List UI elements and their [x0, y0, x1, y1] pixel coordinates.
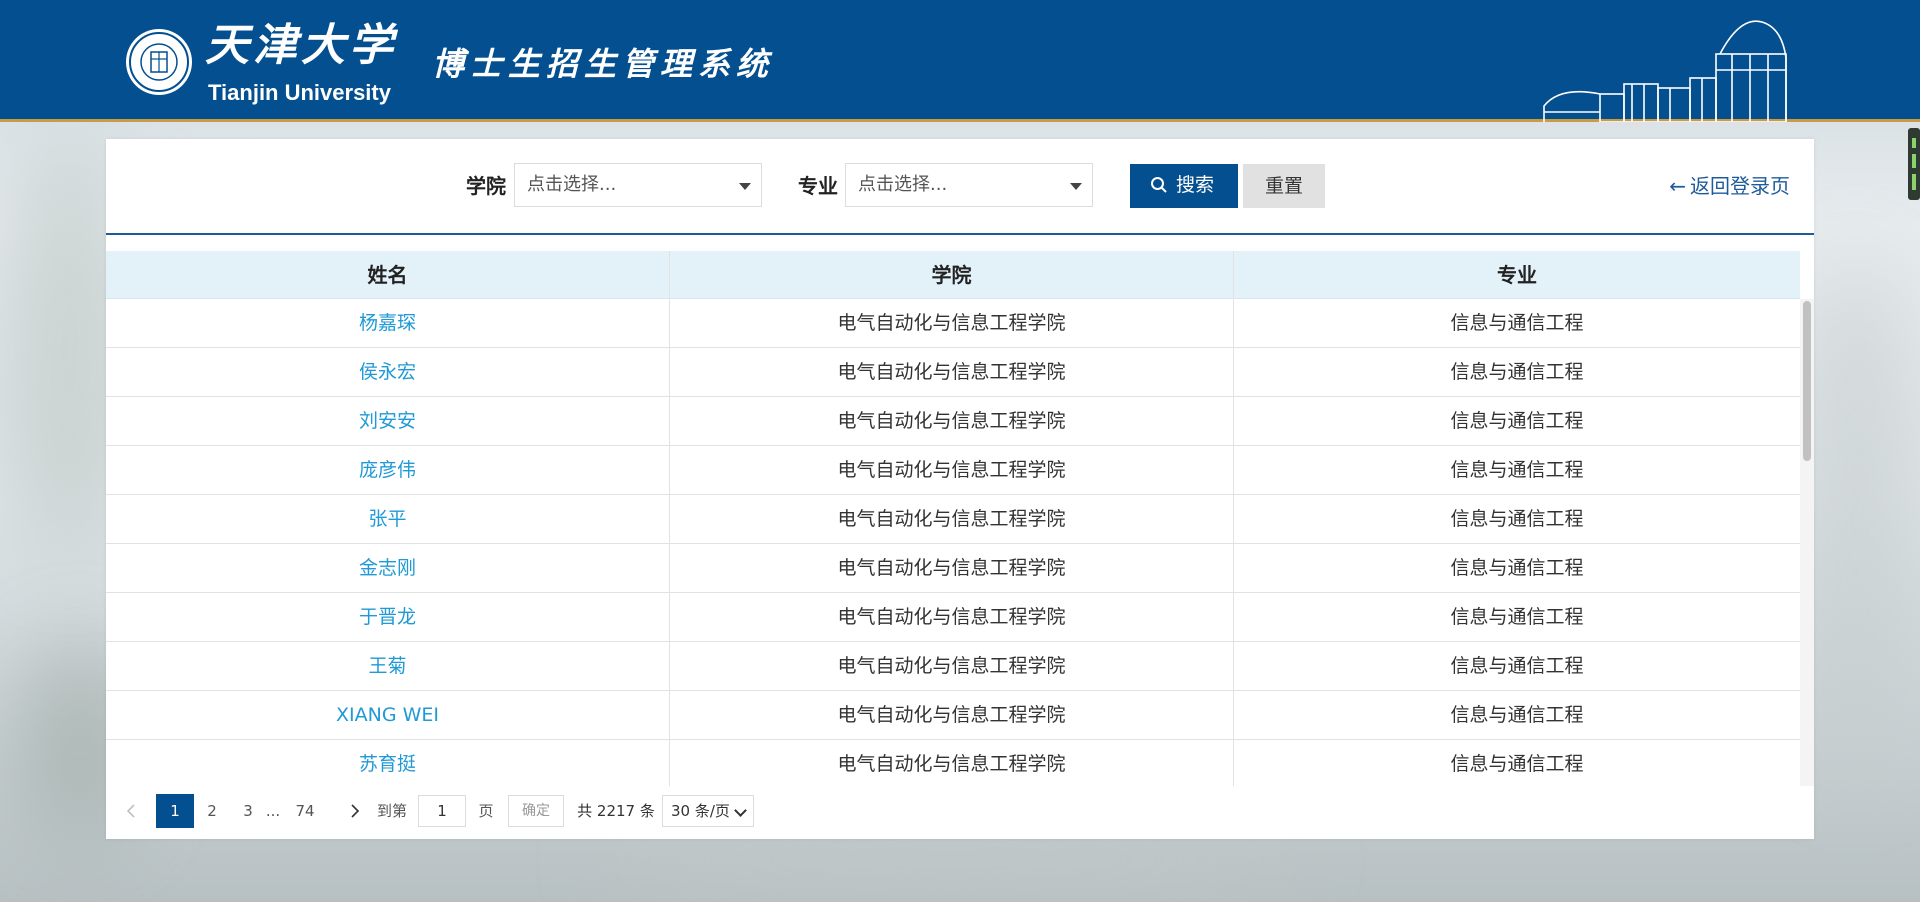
pagination: 1 2 3 ... 74 到第 页 确定 共 2217 条 30 条/页: [106, 794, 1814, 830]
cell-name-link[interactable]: 于晋龙: [106, 593, 670, 641]
cell-name-link[interactable]: XIANG WEI: [106, 691, 670, 739]
cell-major: 信息与通信工程: [1450, 753, 1584, 775]
table-row: 苏育挺 电气自动化与信息工程学院 信息与通信工程: [106, 740, 1800, 786]
campus-building-icon: [1543, 20, 1787, 122]
cell-college: 电气自动化与信息工程学院: [670, 642, 1234, 690]
table-row: 刘安安 电气自动化与信息工程学院 信息与通信工程: [106, 397, 1800, 446]
header-college: 学院: [670, 251, 1234, 299]
caret-down-icon: [739, 183, 751, 190]
cell-name-link[interactable]: 张平: [106, 495, 670, 543]
cell-name-link[interactable]: 侯永宏: [106, 348, 670, 396]
cell-college: 电气自动化与信息工程学院: [670, 299, 1234, 347]
cell-college: 电气自动化与信息工程学院: [670, 397, 1234, 445]
cell-major: 信息与通信工程: [1450, 361, 1584, 383]
cell-college: 电气自动化与信息工程学院: [670, 446, 1234, 494]
prev-page-button[interactable]: [118, 794, 144, 828]
page-size-value: 30 条/页: [671, 802, 730, 820]
cell-college: 电气自动化与信息工程学院: [670, 495, 1234, 543]
cell-college: 电气自动化与信息工程学院: [670, 740, 1234, 786]
table-row: 张平 电气自动化与信息工程学院 信息与通信工程: [106, 495, 1800, 544]
cell-college: 电气自动化与信息工程学院: [670, 544, 1234, 592]
side-widget[interactable]: [1908, 128, 1920, 200]
university-name-cn: 天津大学: [205, 20, 397, 71]
cell-name-link[interactable]: 金志刚: [106, 544, 670, 592]
cell-college: 电气自动化与信息工程学院: [670, 593, 1234, 641]
cell-name-link[interactable]: 王菊: [106, 642, 670, 690]
table-row: 侯永宏 电气自动化与信息工程学院 信息与通信工程: [106, 348, 1800, 397]
cell-name-link[interactable]: 苏育挺: [106, 740, 670, 786]
table-row: 庞彦伟 电气自动化与信息工程学院 信息与通信工程: [106, 446, 1800, 495]
college-select[interactable]: 点击选择...: [514, 163, 762, 207]
goto-label: 到第: [376, 802, 407, 820]
table-header: 姓名 学院 专业: [106, 251, 1800, 299]
cell-college: 电气自动化与信息工程学院: [670, 348, 1234, 396]
back-to-login-label: 返回登录页: [1690, 174, 1790, 198]
cell-major: 信息与通信工程: [1450, 606, 1584, 628]
back-to-login-link[interactable]: ← 返回登录页: [1669, 172, 1790, 200]
goto-confirm-button[interactable]: 确定: [508, 795, 564, 827]
search-button[interactable]: 搜索: [1130, 164, 1238, 208]
table-body: 杨嘉琛 电气自动化与信息工程学院 信息与通信工程 侯永宏 电气自动化与信息工程学…: [106, 299, 1800, 786]
university-seal-icon: [126, 29, 192, 95]
table-row: 王菊 电气自动化与信息工程学院 信息与通信工程: [106, 642, 1800, 691]
university-name-en: Tianjin University: [208, 80, 391, 105]
cell-name-link[interactable]: 杨嘉琛: [106, 299, 670, 347]
page-1-button[interactable]: 1: [156, 794, 194, 828]
major-select-value: 点击选择...: [858, 174, 948, 195]
cell-major: 信息与通信工程: [1450, 459, 1584, 481]
caret-down-icon: [1070, 183, 1082, 190]
search-button-label: 搜索: [1176, 174, 1215, 196]
next-page-button[interactable]: [342, 794, 368, 828]
chevron-left-icon: [126, 804, 135, 818]
major-label: 专业: [798, 174, 838, 198]
table-row: 杨嘉琛 电气自动化与信息工程学院 信息与通信工程: [106, 299, 1800, 348]
arrow-left-icon: ←: [1669, 174, 1686, 198]
total-count: 共 2217 条: [577, 802, 655, 820]
filter-bar: 学院 点击选择... 专业 点击选择... 搜索 重置 ← 返回登录页: [106, 139, 1814, 235]
table-scrollbar[interactable]: [1800, 299, 1814, 786]
page-2-button[interactable]: 2: [198, 794, 226, 828]
chevron-down-icon: [734, 804, 747, 817]
table-row: 金志刚 电气自动化与信息工程学院 信息与通信工程: [106, 544, 1800, 593]
cell-name-link[interactable]: 刘安安: [106, 397, 670, 445]
page-3-button[interactable]: 3: [234, 794, 262, 828]
header-name: 姓名: [106, 251, 670, 299]
background-bottom: [600, 830, 1300, 890]
page-unit-label: 页: [478, 802, 494, 820]
scrollbar-thumb[interactable]: [1803, 301, 1811, 461]
college-select-value: 点击选择...: [527, 174, 617, 195]
page-size-select[interactable]: 30 条/页: [662, 795, 754, 827]
cell-major: 信息与通信工程: [1450, 312, 1584, 334]
search-icon: [1151, 177, 1167, 193]
table-row: 于晋龙 电气自动化与信息工程学院 信息与通信工程: [106, 593, 1800, 642]
college-label: 学院: [466, 174, 506, 198]
table-row: XIANG WEI 电气自动化与信息工程学院 信息与通信工程: [106, 691, 1800, 740]
last-page-button[interactable]: 74: [288, 794, 322, 828]
major-select[interactable]: 点击选择...: [845, 163, 1093, 207]
results-table: 姓名 学院 专业 杨嘉琛 电气自动化与信息工程学院 信息与通信工程 侯永宏 电气…: [106, 251, 1814, 786]
header-major: 专业: [1497, 263, 1537, 287]
cell-major: 信息与通信工程: [1450, 410, 1584, 432]
cell-name-link[interactable]: 庞彦伟: [106, 446, 670, 494]
pagination-ellipsis[interactable]: ...: [262, 794, 284, 828]
top-header: 天津大学 Tianjin University 博士生招生管理系统: [0, 0, 1920, 122]
cell-major: 信息与通信工程: [1450, 655, 1584, 677]
cell-major: 信息与通信工程: [1450, 508, 1584, 530]
cell-major: 信息与通信工程: [1450, 704, 1584, 726]
main-panel: 学院 点击选择... 专业 点击选择... 搜索 重置 ← 返回登录页 姓名 学院…: [106, 139, 1814, 839]
cell-major: 信息与通信工程: [1450, 557, 1584, 579]
system-title: 博士生招生管理系统: [432, 45, 775, 83]
cell-college: 电气自动化与信息工程学院: [670, 691, 1234, 739]
goto-page-input[interactable]: [418, 795, 466, 827]
reset-button[interactable]: 重置: [1243, 164, 1325, 208]
chevron-right-icon: [351, 804, 360, 818]
